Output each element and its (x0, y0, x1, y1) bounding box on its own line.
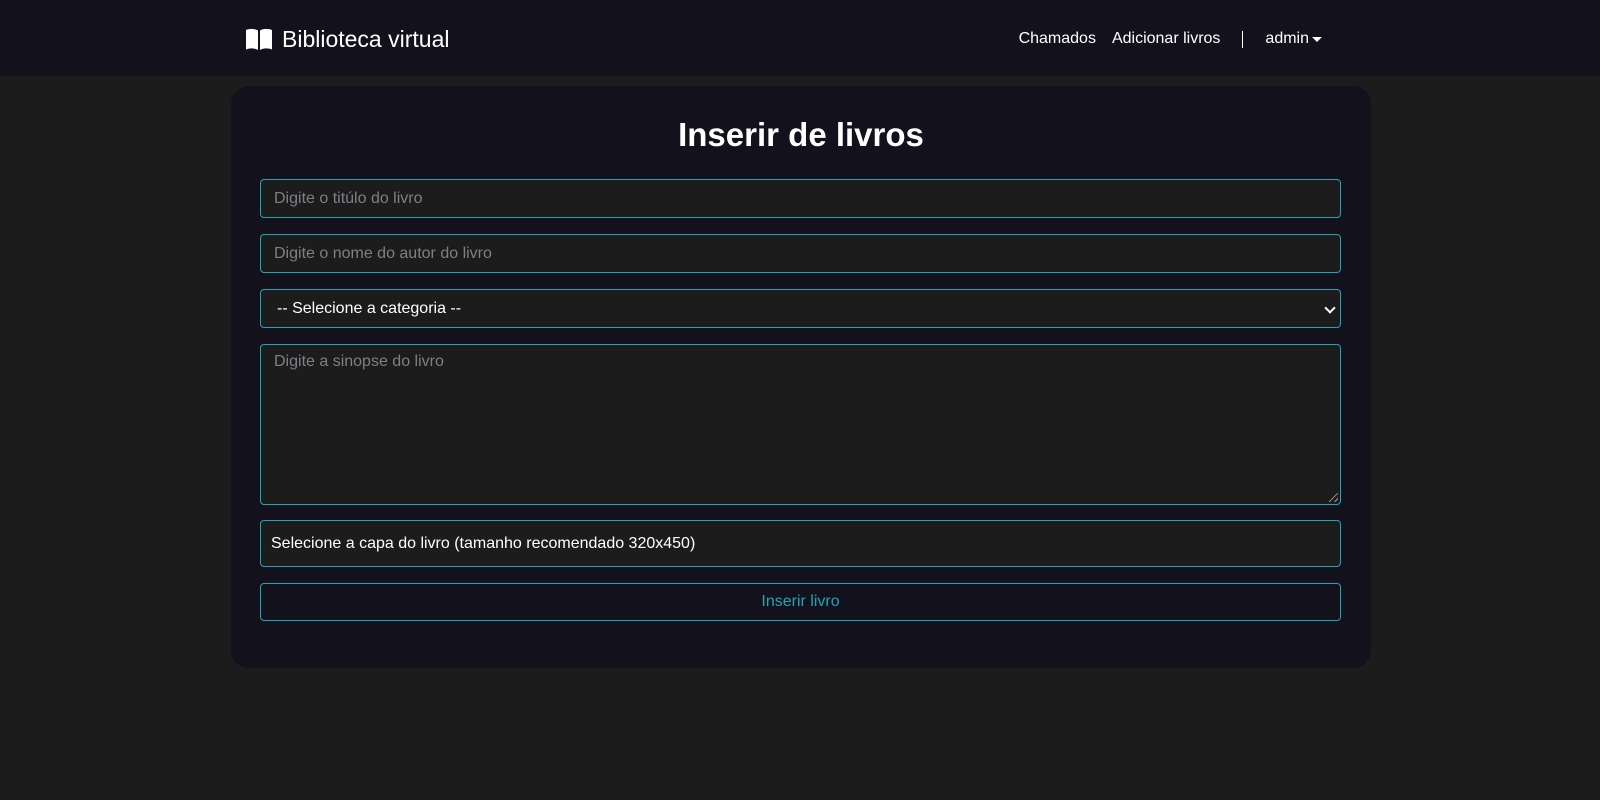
book-title-input[interactable]: Digite o titúlo do livro (260, 179, 1341, 218)
nav-link-adicionar-livros[interactable]: Adicionar livros (1112, 30, 1220, 48)
nav-divider (1242, 30, 1244, 48)
resize-handle-icon[interactable] (1329, 493, 1338, 502)
book-author-input[interactable]: Digite o nome do autor do livro (260, 234, 1341, 273)
brand-link[interactable]: Biblioteca virtual (244, 22, 449, 56)
category-selected-value: -- Selecione a categoria -- (277, 300, 462, 317)
brand-label: Biblioteca virtual (282, 25, 450, 52)
user-menu-dropdown[interactable]: admin (1265, 30, 1322, 48)
chevron-down-icon (1324, 302, 1336, 314)
nav-link-chamados[interactable]: Chamados (1019, 30, 1096, 48)
book-open-icon (244, 27, 274, 51)
cover-file-label: Selecione a capa do livro (tamanho recom… (271, 535, 696, 552)
user-menu-label: admin (1265, 30, 1309, 47)
insert-book-card: Inserir de livros Digite o titúlo do liv… (231, 86, 1371, 668)
category-select[interactable]: -- Selecione a categoria -- (260, 289, 1341, 328)
book-author-placeholder: Digite o nome do autor do livro (274, 245, 492, 262)
nav-links: Chamados Adicionar livros admin (1019, 26, 1322, 52)
synopsis-placeholder: Digite a sinopse do livro (274, 353, 444, 370)
insert-book-button[interactable]: Inserir livro (260, 583, 1341, 621)
book-title-placeholder: Digite o titúlo do livro (274, 190, 423, 207)
cover-file-input[interactable]: Selecione a capa do livro (tamanho recom… (260, 520, 1341, 567)
caret-down-icon (1312, 37, 1322, 42)
page-title: Inserir de livros (678, 116, 924, 153)
synopsis-textarea[interactable]: Digite a sinopse do livro (260, 344, 1341, 505)
navbar: Biblioteca virtual Chamados Adicionar li… (0, 0, 1600, 76)
